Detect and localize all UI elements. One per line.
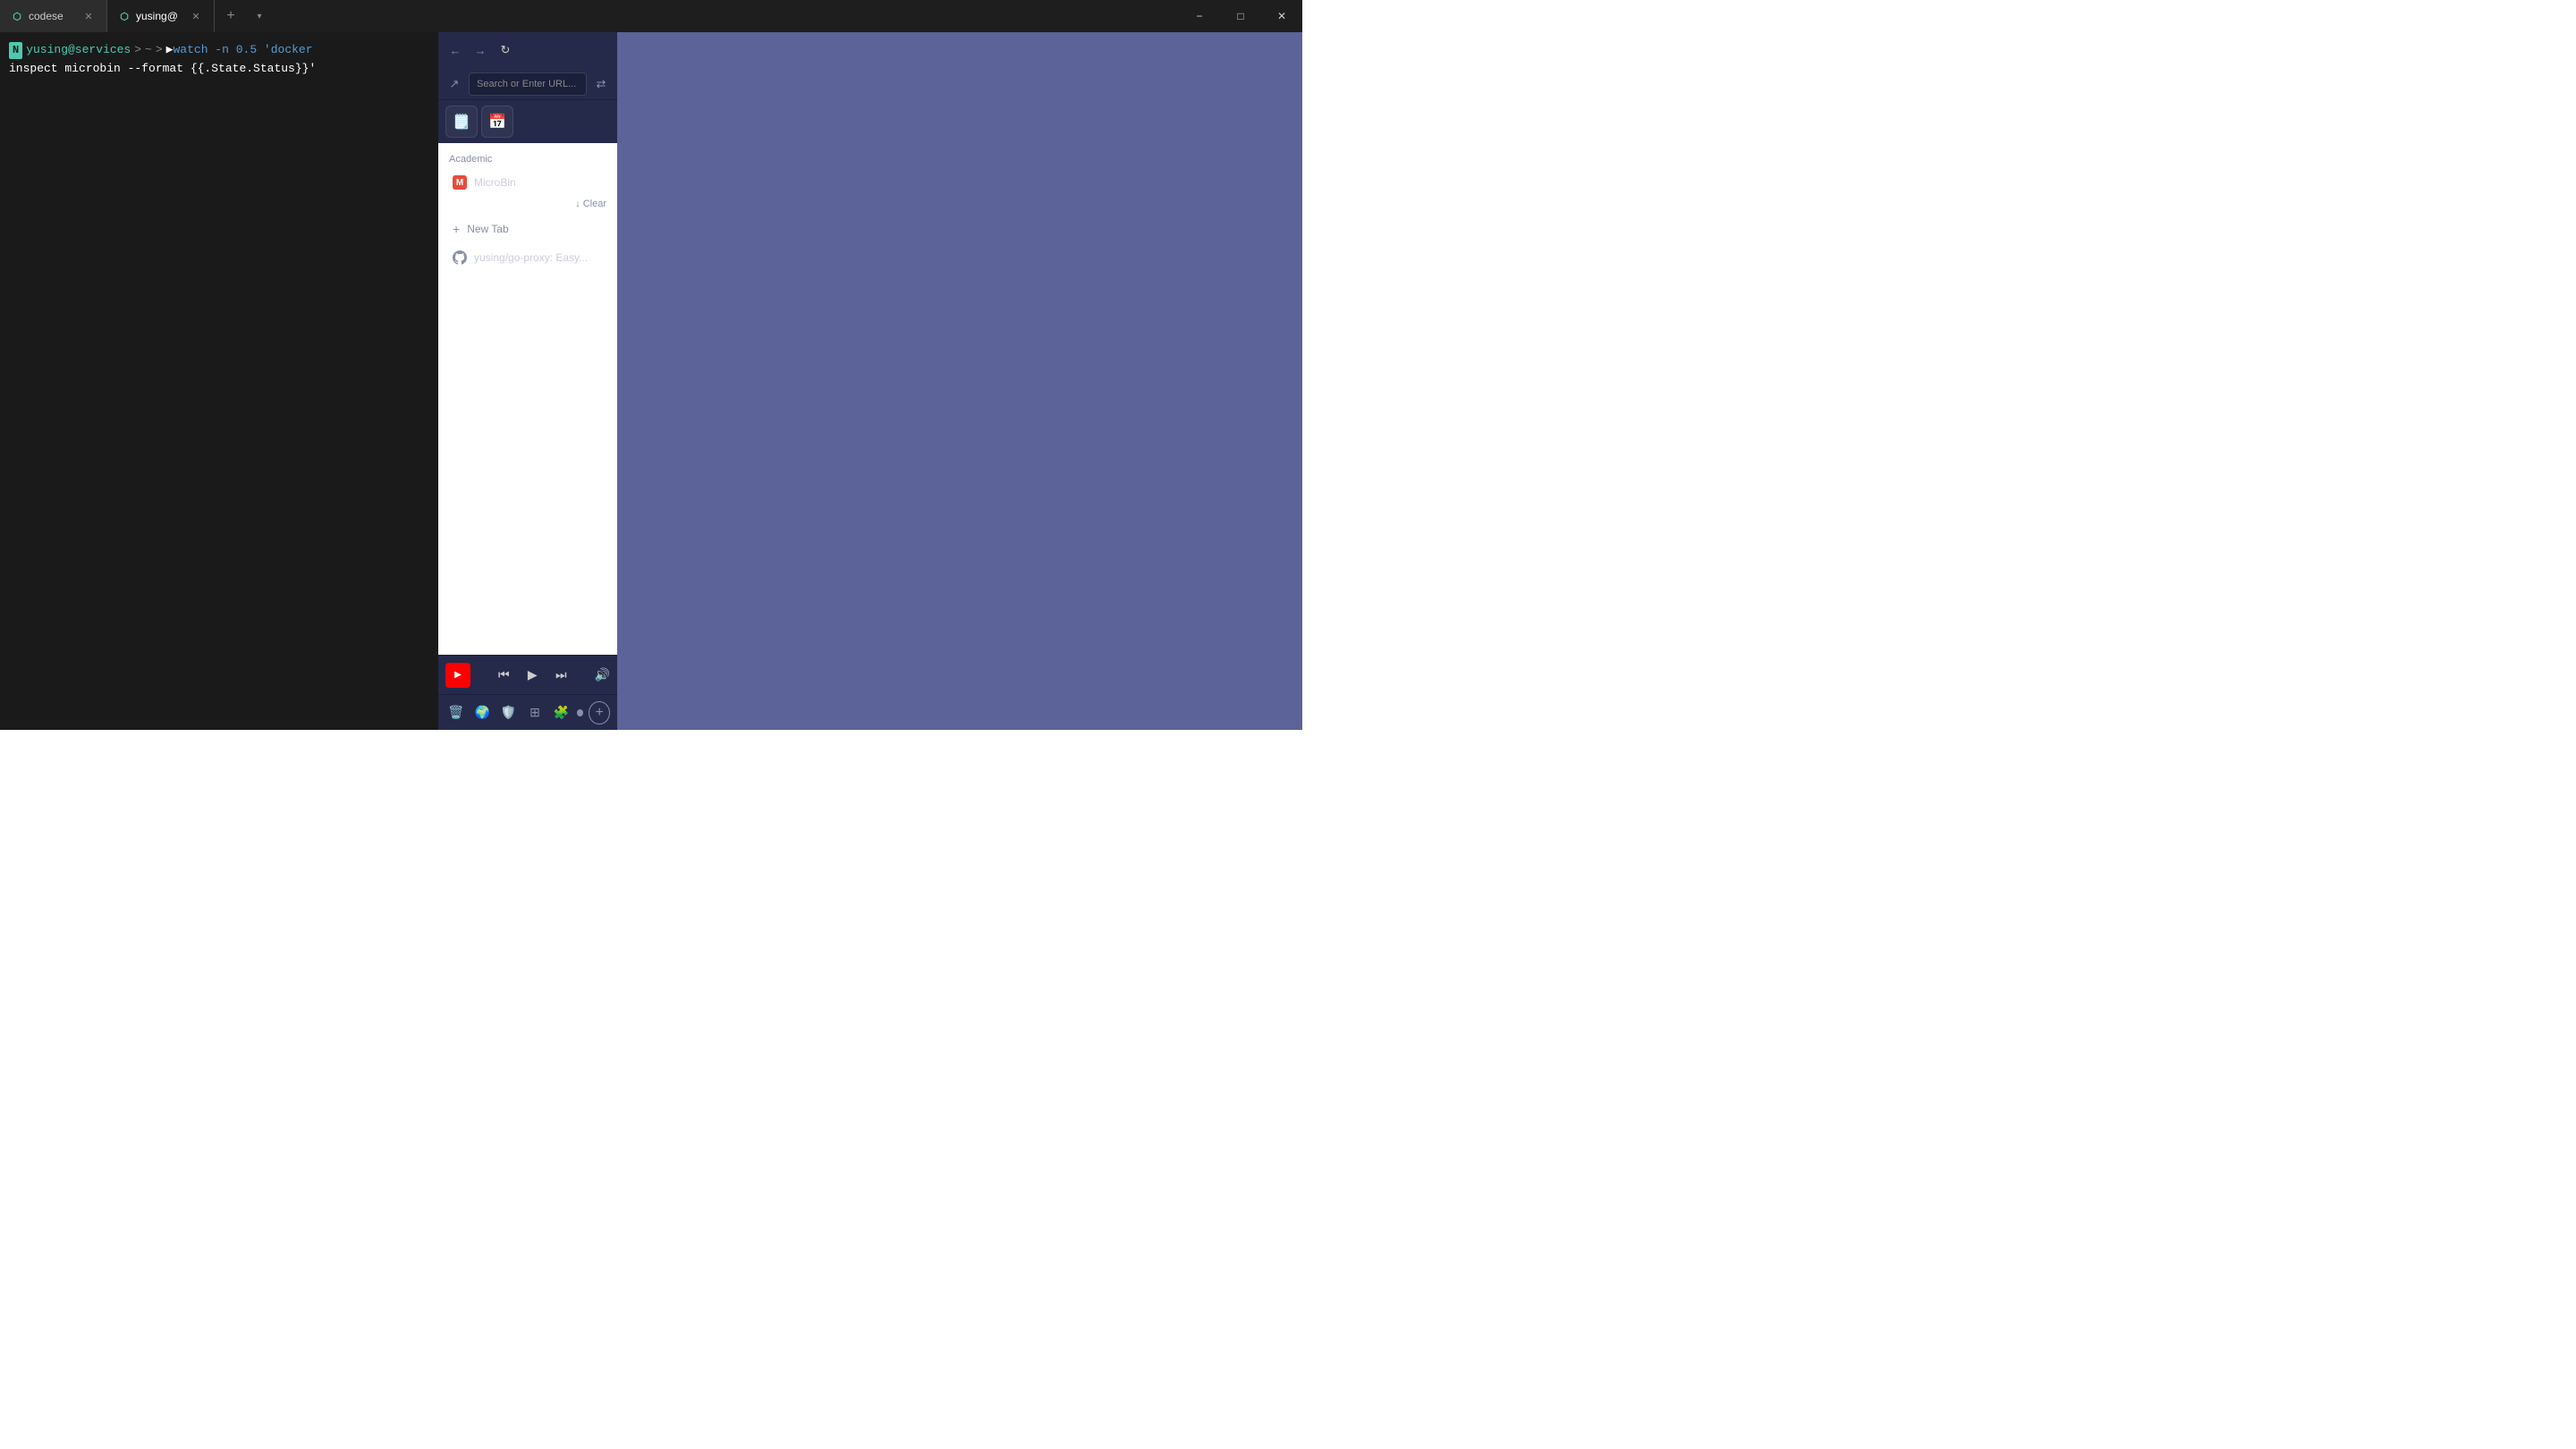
prompt-n-badge: N	[9, 42, 22, 59]
sidebar-content: Academic M MicroBin ↓ Clear + New Tab	[438, 143, 617, 655]
youtube-icon: ▶	[445, 663, 470, 688]
favorites-bar: 🗒️ 📅	[438, 100, 617, 143]
dock-puzzle-icon[interactable]: 🧩	[551, 701, 572, 724]
back-button[interactable]: ←	[445, 40, 465, 60]
tab-codese-label: codese	[29, 10, 64, 22]
tab-codese-close[interactable]: ✕	[81, 9, 96, 23]
browser-toolbar: ↗ Search or Enter URL... ⇄	[438, 68, 617, 100]
sidebar-section-academic: Academic	[438, 150, 617, 170]
prompt-tilde: ~	[145, 41, 152, 60]
gh-item-label: yusing/go-proxy: Easy...	[474, 251, 588, 264]
share-icon[interactable]: ↗	[445, 75, 463, 93]
sidebar-item-microbin[interactable]: M MicroBin	[442, 170, 614, 195]
sidebar-divider-line	[449, 204, 568, 205]
microbin-favicon: M	[453, 175, 467, 190]
sidebar-new-tab-label: New Tab	[467, 223, 508, 235]
prompt-arrow1: >	[134, 41, 141, 60]
terminal-pane[interactable]: N yusing@services > ~ > ▶ watch -n 0.5 '…	[0, 32, 438, 730]
terminal-icon-2: ⬡	[118, 10, 131, 22]
media-controls: ⏮ ▶ ⏭	[478, 665, 588, 686]
next-button[interactable]: ⏭	[550, 665, 572, 686]
new-tab-plus-icon: +	[453, 222, 460, 236]
bottom-dock: 🗑️ 🌍 🛡️ ⊞ 🧩 +	[438, 694, 617, 730]
sidebar-item-microbin-label: MicroBin	[474, 176, 516, 189]
media-bar: ▶ ⏮ ▶ ⏭ 🔊	[438, 655, 617, 694]
prev-button[interactable]: ⏮	[493, 665, 514, 686]
window-controls: − □ ✕	[1179, 0, 1302, 32]
prompt-user: yusing@services	[26, 41, 131, 60]
new-tab-button[interactable]: +	[215, 0, 247, 32]
browser-nav-bar: ← → ↻	[438, 32, 617, 68]
terminal-prompt-line: N yusing@services > ~ > ▶ watch -n 0.5 '…	[9, 41, 429, 60]
browser-panel: ← → ↻ ↗ Search or Enter URL... ⇄ 🗒️ 📅 Ac…	[438, 32, 617, 730]
sidebar-toggle-icon[interactable]: ⇄	[592, 75, 610, 93]
tab-yusing-close[interactable]: ✕	[189, 9, 203, 23]
dock-grid-icon[interactable]: ⊞	[524, 701, 545, 724]
titlebar: ⬡ codese ✕ ⬡ yusing@ ✕ + ▾ − □ ✕	[0, 0, 1302, 32]
clear-button[interactable]: ↓ Clear	[575, 199, 606, 209]
youtube-play-icon: ▶	[454, 670, 462, 680]
refresh-button[interactable]: ↻	[496, 40, 515, 60]
browser-main-viewport[interactable]	[617, 32, 1302, 730]
sidebar-divider-row: ↓ Clear	[438, 195, 617, 213]
play-button[interactable]: ▶	[521, 665, 543, 686]
url-bar[interactable]: Search or Enter URL...	[469, 72, 587, 96]
tab-dropdown-button[interactable]: ▾	[247, 0, 272, 32]
main-area: N yusing@services > ~ > ▶ watch -n 0.5 '…	[0, 32, 1302, 730]
clear-arrow-icon: ↓	[575, 199, 580, 209]
tab-yusing-label: yusing@	[136, 10, 178, 22]
github-icon	[453, 250, 467, 265]
sidebar-new-tab[interactable]: + New Tab	[442, 216, 614, 242]
fav-notion[interactable]: 🗒️	[445, 106, 478, 138]
url-bar-text: Search or Enter URL...	[477, 79, 576, 89]
dock-earth-icon[interactable]: 🌍	[471, 701, 492, 724]
notion-icon: 🗒️	[453, 113, 470, 131]
tab-codese[interactable]: ⬡ codese ✕	[0, 0, 107, 32]
dock-add-button[interactable]: +	[589, 701, 610, 724]
terminal-command1: watch -n 0.5 'docker	[174, 41, 313, 60]
prompt-cursor: ▶	[166, 41, 174, 60]
dock-dot	[577, 709, 583, 716]
forward-button[interactable]: →	[470, 40, 490, 60]
terminal-icon: ⬡	[11, 10, 23, 22]
calendar-icon: 📅	[488, 113, 506, 131]
terminal-line2: inspect microbin --format {{.State.Statu…	[9, 62, 429, 75]
prompt-arrow2: >	[156, 41, 163, 60]
volume-button[interactable]: 🔊	[595, 667, 610, 682]
close-button[interactable]: ✕	[1261, 0, 1302, 32]
clear-label: Clear	[583, 199, 606, 209]
sidebar-gh-item[interactable]: yusing/go-proxy: Easy...	[442, 245, 614, 270]
minimize-button[interactable]: −	[1179, 0, 1220, 32]
dock-trash-icon[interactable]: 🗑️	[445, 701, 466, 724]
tab-list: ⬡ codese ✕ ⬡ yusing@ ✕ + ▾	[0, 0, 272, 32]
tab-yusing[interactable]: ⬡ yusing@ ✕	[107, 0, 215, 32]
fav-calendar[interactable]: 📅	[481, 106, 513, 138]
dock-shield-icon[interactable]: 🛡️	[498, 701, 519, 724]
maximize-button[interactable]: □	[1220, 0, 1261, 32]
